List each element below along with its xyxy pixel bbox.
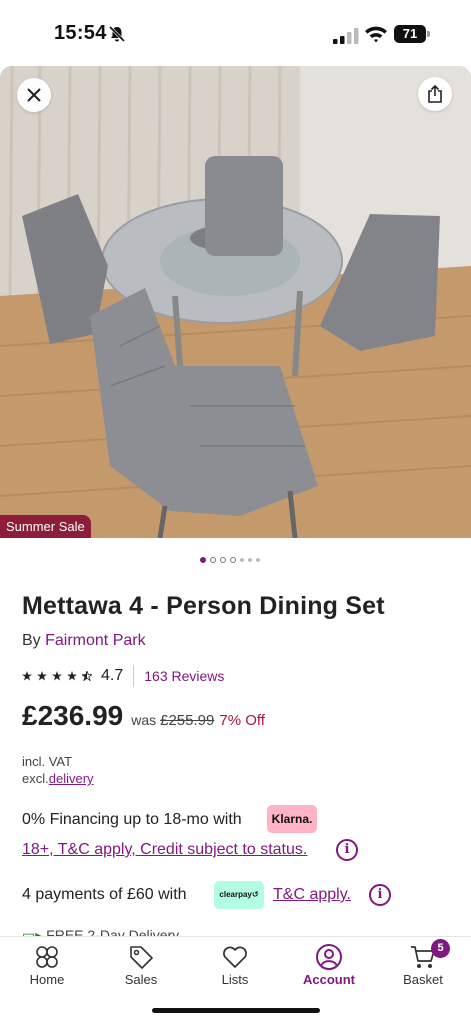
rating-value: 4.7 [101, 667, 124, 684]
nav-basket[interactable]: 5 Basket [376, 937, 470, 997]
battery-icon: 71 [394, 25, 430, 43]
share-icon [428, 85, 442, 103]
rating-row[interactable]: 4.7 163 Reviews [22, 665, 224, 687]
star-icon [22, 671, 32, 681]
pager-dot[interactable] [256, 558, 260, 562]
info-icon[interactable]: i [369, 884, 391, 906]
financing-text: 0% Financing up to 18-mo with [22, 811, 242, 828]
image-pager[interactable] [200, 556, 260, 564]
status-bar: 15:54 71 [0, 0, 471, 66]
close-icon [27, 88, 41, 102]
delivery-prefix: excl. [22, 771, 49, 786]
basket-count-badge: 5 [431, 939, 450, 958]
star-icon [37, 671, 47, 681]
battery-level: 71 [402, 26, 418, 41]
pager-dot[interactable] [200, 557, 206, 563]
share-button[interactable] [418, 77, 452, 111]
product-title: Mettawa 4 - Person Dining Set [22, 592, 385, 620]
truck-icon: ▭▸ [22, 927, 43, 936]
brand-link[interactable]: Fairmont Park [45, 632, 145, 649]
half-star-icon [82, 671, 92, 681]
tag-icon [130, 946, 153, 969]
nav-sales[interactable]: Sales [94, 937, 188, 997]
delivery-note: excl.delivery [22, 771, 94, 786]
home-icon [36, 946, 58, 968]
pager-dot[interactable] [210, 557, 216, 563]
wifi-icon [365, 26, 387, 43]
info-icon[interactable]: i [336, 839, 358, 861]
rating-stars [22, 671, 92, 681]
clearpay-logo: clearpay↺ [214, 881, 264, 909]
home-indicator[interactable] [152, 1008, 320, 1013]
nav-home-label: Home [29, 972, 65, 987]
financing-terms-link[interactable]: 18+, T&C apply, Credit subject to status… [22, 841, 307, 859]
pager-dot[interactable] [230, 557, 236, 563]
product-image[interactable] [0, 66, 471, 538]
close-button[interactable] [17, 78, 51, 112]
vat-note: incl. VAT [22, 754, 73, 769]
nav-home[interactable]: Home [0, 937, 94, 997]
by-label: By [22, 632, 41, 649]
free-delivery-text: FREE 2-Day Delivery [46, 927, 180, 936]
clearpay-terms-link[interactable]: T&C apply. [273, 886, 351, 904]
status-time: 15:54 [54, 22, 107, 44]
nav-lists-label: Lists [221, 972, 249, 987]
was-label: was [131, 712, 157, 728]
account-icon [316, 944, 342, 970]
nav-sales-label: Sales [124, 972, 158, 987]
star-icon [52, 671, 62, 681]
nav-account-label: Account [303, 972, 355, 987]
delivery-link[interactable]: delivery [49, 771, 94, 786]
installments-text: 4 payments of £60 with [22, 886, 187, 903]
nav-basket-label: Basket [403, 972, 443, 987]
nav-account[interactable]: Account [282, 937, 376, 997]
pager-dot[interactable] [248, 558, 252, 562]
reviews-link[interactable]: 163 Reviews [144, 668, 224, 684]
sale-badge: Summer Sale [0, 515, 91, 538]
nav-lists[interactable]: Lists [188, 937, 282, 997]
original-price: £255.99 [160, 712, 215, 729]
rating-divider [133, 665, 135, 687]
pager-dot[interactable] [240, 558, 244, 562]
product-photo [0, 66, 471, 538]
free-delivery: ▭▸ FREE 2-Day Delivery [22, 927, 222, 936]
star-icon [67, 671, 77, 681]
bell-off-icon [108, 25, 126, 43]
discount-label: 7% Off [219, 712, 265, 729]
heart-icon [223, 946, 247, 968]
clearpay-logo-text: clearpay [219, 890, 252, 899]
klarna-logo: Klarna. [267, 805, 317, 833]
signal-icon [333, 28, 359, 44]
pager-dot[interactable] [220, 557, 226, 563]
current-price: £236.99 [22, 700, 124, 731]
brand-line: By Fairmont Park [22, 632, 146, 650]
price-row: £236.99 was £255.99 7% Off [22, 700, 265, 732]
